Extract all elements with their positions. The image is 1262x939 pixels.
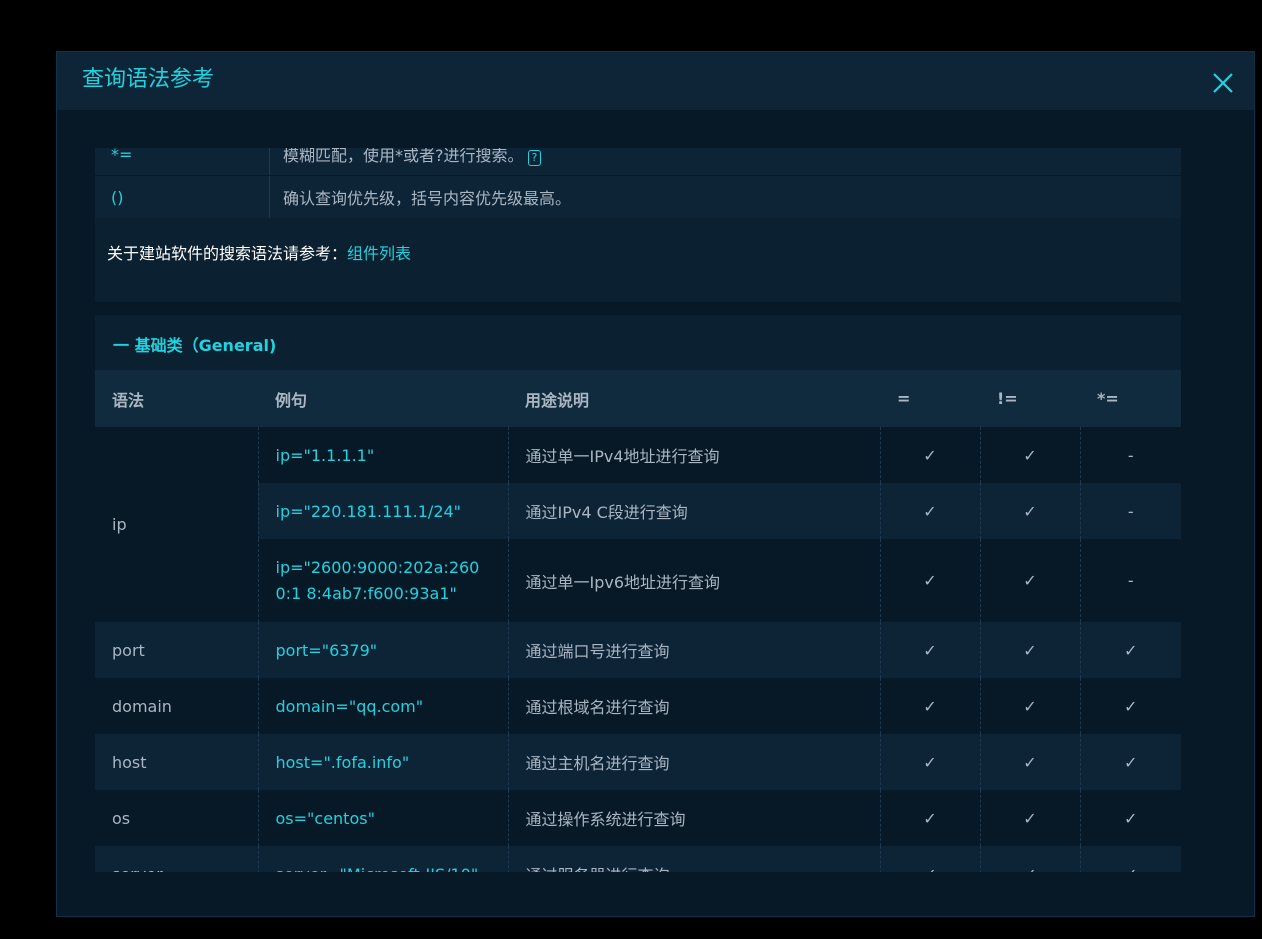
column-header-fuzzy: *= xyxy=(1080,370,1181,427)
syntax-cell: os xyxy=(95,790,258,846)
not-equals-cell: ✓ xyxy=(979,427,1080,483)
fuzzy-cell: ✓ xyxy=(1079,790,1181,846)
fuzzy-cell: - xyxy=(1079,539,1181,622)
not-equals-cell: ✓ xyxy=(979,483,1080,539)
not-equals-cell: ✓ xyxy=(979,622,1080,678)
fuzzy-cell: - xyxy=(1079,427,1181,483)
example-cell: os="centos" xyxy=(257,790,508,846)
fuzzy-cell: ✓ xyxy=(1079,734,1181,790)
not-equals-cell: ✓ xyxy=(979,734,1080,790)
syntax-cell: host xyxy=(95,734,258,790)
section-title: 一 基础类（General) xyxy=(113,336,277,355)
example-cell: ip="220.181.111.1/24" xyxy=(257,483,508,539)
operator-key: *= xyxy=(95,148,270,175)
example-cell: host=".fofa.info" xyxy=(257,734,508,790)
table-header-row: 语法 例句 用途说明 = != *= xyxy=(95,370,1181,427)
operator-key: () xyxy=(95,176,270,218)
description-cell: 通过操作系统进行查询 xyxy=(507,790,880,846)
reference-label: 关于建站软件的搜索语法请参考： xyxy=(107,244,348,263)
not-equals-cell: ✓ xyxy=(979,790,1080,846)
section-header[interactable]: 一 基础类（General) xyxy=(95,315,1181,370)
modal-title: 查询语法参考 xyxy=(82,67,215,92)
table-row: ip="220.181.111.1/24" 通过IPv4 C段进行查询 ✓ ✓ … xyxy=(95,483,1181,539)
fuzzy-cell: ✓ xyxy=(1079,678,1181,734)
reference-text: 关于建站软件的搜索语法请参考：组件列表 xyxy=(107,240,411,264)
equals-cell: ✓ xyxy=(879,539,980,622)
table-row: ip="2600:9000:202a:2600:1 8:4ab7:f600:93… xyxy=(95,539,1181,622)
operator-desc: 确认查询优先级，括号内容优先级最高。 xyxy=(283,189,572,208)
example-cell: server="Microsoft-IIS/10" xyxy=(257,846,508,872)
example-cell: port="6379" xyxy=(257,622,508,678)
fuzzy-cell: - xyxy=(1079,483,1181,539)
description-cell: 通过IPv4 C段进行查询 xyxy=(507,483,880,539)
table-row: port port="6379" 通过端口号进行查询 ✓ ✓ ✓ xyxy=(95,622,1181,678)
syntax-reference-modal: 查询语法参考 *= 模糊匹配，使用*或者?进行搜索。? () 确认查询优先级，括… xyxy=(56,51,1255,917)
syntax-cell: port xyxy=(95,622,258,678)
operator-row: () 确认查询优先级，括号内容优先级最高。 xyxy=(95,176,1181,218)
equals-cell: ✓ xyxy=(879,846,980,872)
table-row: server server="Microsoft-IIS/10" 通过服务器进行… xyxy=(95,846,1181,872)
table-row: os os="centos" 通过操作系统进行查询 ✓ ✓ ✓ xyxy=(95,790,1181,846)
operator-row: *= 模糊匹配，使用*或者?进行搜索。? xyxy=(95,148,1181,175)
fuzzy-cell: ✓ xyxy=(1079,622,1181,678)
equals-cell: ✓ xyxy=(879,427,980,483)
table-row: host host=".fofa.info" 通过主机名进行查询 ✓ ✓ ✓ xyxy=(95,734,1181,790)
equals-cell: ✓ xyxy=(879,622,980,678)
table-row: domain domain="qq.com" 通过根域名进行查询 ✓ ✓ ✓ xyxy=(95,678,1181,734)
column-header-equals: = xyxy=(880,370,980,427)
equals-cell: ✓ xyxy=(879,678,980,734)
description-cell: 通过根域名进行查询 xyxy=(507,678,880,734)
reference-block: 关于建站软件的搜索语法请参考：组件列表 xyxy=(95,218,1181,302)
not-equals-cell: ✓ xyxy=(979,678,1080,734)
example-cell: domain="qq.com" xyxy=(257,678,508,734)
operator-desc-text: 模糊匹配，使用*或者?进行搜索。 xyxy=(283,148,524,165)
equals-cell: ✓ xyxy=(879,483,980,539)
example-cell: ip="1.1.1.1" xyxy=(257,427,508,483)
fuzzy-cell: ✓ xyxy=(1079,846,1181,872)
component-list-link[interactable]: 组件列表 xyxy=(347,244,411,263)
modal-header: 查询语法参考 xyxy=(57,52,1254,110)
description-cell: 通过单一Ipv6地址进行查询 xyxy=(507,539,880,622)
column-header-not-equals: != xyxy=(980,370,1080,427)
help-icon[interactable]: ? xyxy=(527,150,542,166)
description-cell: 通过主机名进行查询 xyxy=(507,734,880,790)
column-header-description: 用途说明 xyxy=(508,370,880,427)
grammar-table: 语法 例句 用途说明 = != *= ip ip="1.1.1.1" 通过单一I… xyxy=(95,370,1181,872)
close-icon[interactable] xyxy=(1210,70,1236,96)
equals-cell: ✓ xyxy=(879,790,980,846)
not-equals-cell: ✓ xyxy=(979,539,1080,622)
description-cell: 通过单一IPv4地址进行查询 xyxy=(507,427,880,483)
example-cell: ip="2600:9000:202a:2600:1 8:4ab7:f600:93… xyxy=(257,539,508,622)
modal-scroll-area[interactable]: *= 模糊匹配，使用*或者?进行搜索。? () 确认查询优先级，括号内容优先级最… xyxy=(95,148,1181,872)
syntax-cell: server xyxy=(95,846,258,872)
not-equals-cell: ✓ xyxy=(979,846,1080,872)
column-header-example: 例句 xyxy=(258,370,508,427)
table-row: ip ip="1.1.1.1" 通过单一IPv4地址进行查询 ✓ ✓ - xyxy=(95,427,1181,622)
column-header-syntax: 语法 xyxy=(95,370,258,427)
description-cell: 通过端口号进行查询 xyxy=(507,622,880,678)
description-cell: 通过服务器进行查询 xyxy=(507,846,880,872)
equals-cell: ✓ xyxy=(879,734,980,790)
syntax-cell: ip xyxy=(95,427,258,622)
operator-desc: 模糊匹配，使用*或者?进行搜索。? xyxy=(270,148,542,166)
syntax-cell: domain xyxy=(95,678,258,734)
